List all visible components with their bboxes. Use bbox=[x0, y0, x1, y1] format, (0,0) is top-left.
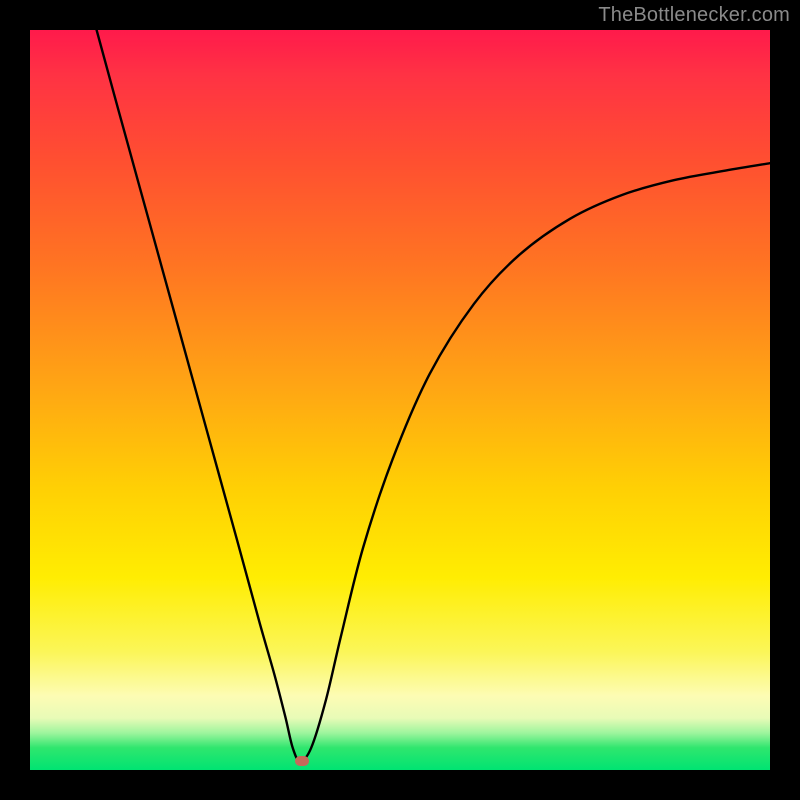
chart-frame: TheBottlenecker.com bbox=[0, 0, 800, 800]
optimal-point-marker bbox=[295, 756, 309, 766]
watermark-text: TheBottlenecker.com bbox=[598, 4, 790, 27]
bottleneck-curve bbox=[30, 30, 770, 770]
plot-area bbox=[30, 30, 770, 770]
